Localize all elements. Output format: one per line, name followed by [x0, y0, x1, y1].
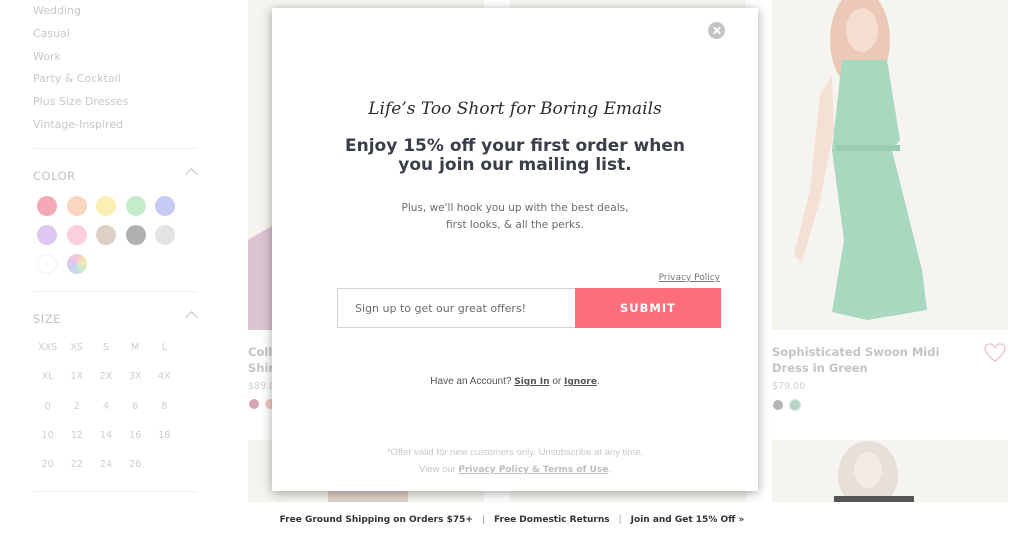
green-dress-photo	[794, 0, 927, 320]
divider	[33, 491, 196, 492]
size-option[interactable]: 3X	[121, 365, 150, 388]
color-swatch-purple[interactable]	[37, 225, 57, 245]
product-image[interactable]	[772, 0, 1008, 330]
color-swatch-neutral[interactable]	[96, 225, 116, 245]
fine-print: *Offer valid for new customers only. Uns…	[272, 444, 758, 479]
size-option[interactable]: 24	[91, 453, 120, 476]
color-option[interactable]	[773, 400, 783, 410]
modal-kicker: Life’s Too Short for Boring Emails	[368, 99, 662, 119]
color-swatch-red[interactable]	[37, 196, 57, 216]
size-option[interactable]: XL	[33, 365, 62, 388]
submit-button[interactable]: SUBMIT	[575, 288, 721, 328]
modal-subtext-line: Plus, we'll hook you up with the best de…	[401, 202, 629, 214]
color-swatch-orange[interactable]	[66, 196, 87, 216]
terms-prefix: View our	[418, 464, 459, 475]
account-prompt-text: Have an Account?	[430, 376, 515, 387]
heart-icon[interactable]	[984, 343, 1006, 363]
color-option[interactable]	[789, 399, 801, 411]
chevron-up-icon[interactable]	[185, 168, 198, 181]
category-wedding[interactable]: Wedding	[33, 0, 128, 23]
size-option[interactable]: 14	[91, 424, 120, 447]
color-swatch-silver[interactable]	[155, 225, 175, 245]
email-input[interactable]	[337, 288, 576, 328]
signup-form: SUBMIT	[337, 288, 721, 328]
terms-line: View our Privacy Policy & Terms of Use.	[272, 461, 758, 479]
color-option[interactable]	[249, 399, 259, 409]
color-swatches	[37, 196, 175, 274]
color-swatch-grey[interactable]	[125, 225, 146, 245]
privacy-terms-link[interactable]: Privacy Policy & Terms of Use	[458, 465, 608, 475]
ignore-link[interactable]: Ignore	[564, 377, 597, 387]
color-section-title: COLOR	[33, 169, 76, 183]
size-option[interactable]: 6	[121, 395, 150, 418]
color-swatch-pink[interactable]	[66, 225, 87, 245]
category-party-cocktail[interactable]: Party & Cocktail	[33, 68, 128, 91]
size-option[interactable]: M	[121, 336, 150, 359]
product-price: $79.00	[772, 381, 806, 392]
modal-subtext: Plus, we'll hook you up with the best de…	[272, 200, 758, 234]
modal-headline: Enjoy 15% off your first order when you …	[344, 136, 686, 175]
size-option[interactable]: 8	[150, 395, 179, 418]
promo-bar: Free Ground Shipping on Orders $75+ | Free…	[0, 508, 1024, 533]
divider	[33, 291, 196, 292]
product-image[interactable]	[772, 440, 1008, 502]
color-swatch-green[interactable]	[125, 196, 146, 216]
size-section-title: SIZE	[33, 312, 61, 326]
account-prompt: Have an Account? Sign In or Ignore.	[272, 376, 758, 387]
category-casual[interactable]: Casual	[33, 23, 128, 46]
size-option[interactable]: XS	[62, 336, 91, 359]
promo-free-returns[interactable]: Free Domestic Returns	[494, 515, 610, 525]
size-option[interactable]: 2	[62, 395, 91, 418]
promo-separator: |	[618, 515, 622, 525]
color-swatch-multi[interactable]	[66, 254, 87, 274]
period-text: .	[596, 376, 600, 387]
size-option[interactable]: 0	[33, 395, 62, 418]
size-option[interactable]: 4	[91, 395, 120, 418]
color-swatch-blue[interactable]	[155, 196, 175, 216]
size-option[interactable]: 12	[62, 424, 91, 447]
size-option[interactable]: 26	[121, 453, 150, 476]
size-option[interactable]: 1X	[62, 365, 91, 388]
size-option[interactable]: 4X	[150, 365, 179, 388]
or-text: or	[549, 376, 564, 387]
sign-in-link[interactable]: Sign In	[514, 377, 549, 387]
size-option[interactable]: 10	[33, 424, 62, 447]
terms-suffix: .	[608, 464, 612, 475]
promo-free-shipping[interactable]: Free Ground Shipping on Orders $75+	[280, 515, 473, 525]
product-title[interactable]: Sophisticated Swoon Midi Dress in Green	[772, 344, 977, 376]
category-plus-size[interactable]: Plus Size Dresses	[33, 91, 128, 114]
color-section-header[interactable]: COLOR	[33, 167, 198, 183]
model-photo	[834, 441, 914, 502]
promo-separator: |	[481, 515, 485, 525]
close-icon[interactable]	[708, 22, 725, 39]
category-list: Wedding Casual Work Party & Cocktail Plu…	[33, 0, 128, 137]
size-option[interactable]: 2X	[91, 365, 120, 388]
size-section-header[interactable]: SIZE	[33, 310, 198, 326]
promo-join-offer[interactable]: Join and Get 15% Off »	[631, 515, 745, 525]
email-signup-modal: Life’s Too Short for Boring Emails Enjoy…	[272, 8, 758, 491]
size-option[interactable]: 16	[121, 424, 150, 447]
offer-disclaimer: *Offer valid for new customers only. Uns…	[386, 447, 644, 458]
color-swatch-white[interactable]	[37, 254, 57, 274]
size-option[interactable]: 22	[62, 453, 91, 476]
size-option[interactable]: 18	[150, 424, 179, 447]
size-option[interactable]: S	[91, 336, 120, 359]
size-option[interactable]: XXS	[33, 336, 62, 359]
modal-subtext-line: first looks, & all the perks.	[446, 219, 584, 231]
chevron-up-icon[interactable]	[185, 311, 198, 324]
size-option[interactable]: 20	[33, 453, 62, 476]
color-swatch-yellow[interactable]	[96, 196, 116, 216]
size-options: XXS XS S M L XL 1X 2X 3X 4X 0 2 4 6 8 10 12 14 16 18 20 22 24 2…	[33, 336, 179, 476]
category-work[interactable]: Work	[33, 46, 128, 69]
size-option[interactable]: L	[150, 336, 179, 359]
category-vintage-inspired[interactable]: Vintage-Inspired	[33, 114, 128, 137]
privacy-policy-link[interactable]: Privacy Policy	[659, 273, 720, 283]
page: Wedding Casual Work Party & Cocktail Plu…	[0, 0, 1024, 533]
divider	[33, 148, 196, 149]
